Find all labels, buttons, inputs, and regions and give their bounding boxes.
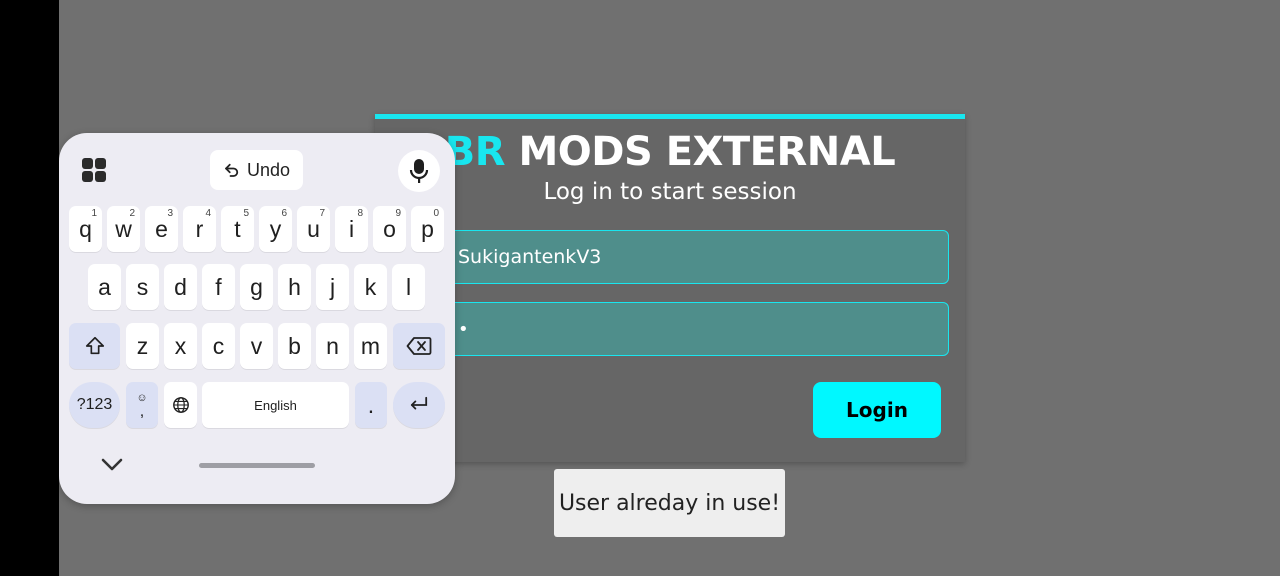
key-i-label: i (348, 215, 355, 242)
shift-icon (85, 336, 104, 355)
key-d-label: d (174, 273, 187, 300)
key-f-label: f (215, 273, 222, 300)
apps-grid-icon[interactable] (82, 158, 106, 182)
keyboard-drag-handle[interactable] (199, 463, 315, 468)
key-o-label: o (383, 215, 396, 242)
symbols-key[interactable]: ?123 (69, 382, 120, 428)
key-q-label: q (79, 215, 92, 242)
key-z-label: z (136, 332, 149, 359)
key-r[interactable]: r4 (183, 206, 216, 252)
key-u-hint: 7 (319, 208, 325, 219)
key-m-label: m (360, 332, 381, 359)
login-subtitle: Log in to start session (543, 179, 797, 205)
key-p[interactable]: p0 (411, 206, 444, 252)
key-t-hint: 5 (243, 208, 249, 219)
key-b-label: b (288, 332, 301, 359)
key-v-label: v (250, 332, 263, 359)
key-a-label: a (98, 273, 111, 300)
on-screen-keyboard: Undo ?123 ☺ , English . q 1 w 2 e 3 r 4 … (59, 133, 455, 504)
key-k[interactable]: k (354, 264, 387, 310)
key-b[interactable]: b (278, 323, 311, 369)
key-c-label: c (212, 332, 225, 359)
key-e-hint: 3 (167, 208, 173, 219)
key-w[interactable]: w2 (107, 206, 140, 252)
key-o-hint: 9 (395, 208, 401, 219)
microphone-icon[interactable] (398, 150, 440, 192)
key-l[interactable]: l (392, 264, 425, 310)
emoji-comma-key[interactable]: ☺ , (126, 382, 158, 428)
undo-label: Undo (246, 159, 291, 180)
app-title-rest: MODS EXTERNAL (518, 129, 896, 175)
undo-icon (225, 163, 239, 177)
key-y[interactable]: y6 (259, 206, 292, 252)
key-g[interactable]: g (240, 264, 273, 310)
key-n[interactable]: n (316, 323, 349, 369)
key-l-label: l (405, 273, 412, 300)
key-e[interactable]: e3 (145, 206, 178, 252)
key-p-label: p (421, 215, 434, 242)
key-i[interactable]: i8 (335, 206, 368, 252)
chevron-down-icon[interactable] (100, 455, 124, 475)
globe-icon (172, 397, 189, 413)
key-y-hint: 6 (281, 208, 287, 219)
backspace-icon (406, 337, 432, 355)
space-key[interactable]: English (202, 382, 349, 428)
toast-message: User alreday in use! (554, 469, 785, 537)
enter-key[interactable] (393, 382, 445, 428)
key-w-label: w (115, 215, 132, 242)
key-y-label: y (269, 215, 282, 242)
key-m[interactable]: m (354, 323, 387, 369)
key-u[interactable]: u7 (297, 206, 330, 252)
login-panel: BR MODS EXTERNAL Log in to start session… (375, 114, 965, 462)
password-value: • (458, 318, 469, 340)
comma-label: , (139, 403, 145, 420)
key-j-label: j (329, 273, 336, 300)
key-r-hint: 4 (205, 208, 211, 219)
key-t-label: t (234, 215, 241, 242)
key-f[interactable]: f (202, 264, 235, 310)
key-s[interactable]: s (126, 264, 159, 310)
key-r-label: r (195, 215, 204, 242)
login-button[interactable]: Login (813, 382, 941, 438)
key-n-label: n (326, 332, 339, 359)
key-h-label: h (288, 273, 301, 300)
language-key[interactable] (164, 382, 197, 428)
key-j[interactable]: j (316, 264, 349, 310)
shift-key[interactable] (69, 323, 120, 369)
key-v[interactable]: v (240, 323, 273, 369)
app-title: BR MODS EXTERNAL (375, 129, 965, 175)
enter-icon (410, 396, 428, 410)
key-d[interactable]: d (164, 264, 197, 310)
key-i-hint: 8 (357, 208, 363, 219)
key-p-hint: 0 (433, 208, 439, 219)
key-g-label: g (250, 273, 263, 300)
key-z[interactable]: z (126, 323, 159, 369)
left-black-bar (0, 0, 59, 576)
key-q-hint: 1 (91, 208, 97, 219)
username-field[interactable]: SukigantenkV3 (445, 230, 949, 284)
period-key[interactable]: . (355, 382, 387, 428)
key-s-label: s (136, 273, 149, 300)
key-e-label: e (155, 215, 168, 242)
username-value: SukigantenkV3 (458, 246, 602, 268)
key-w-hint: 2 (129, 208, 135, 219)
key-o[interactable]: o9 (373, 206, 406, 252)
key-h[interactable]: h (278, 264, 311, 310)
key-u-label: u (307, 215, 320, 242)
key-a[interactable]: a (88, 264, 121, 310)
key-k-label: k (364, 273, 377, 300)
backspace-key[interactable] (393, 323, 445, 369)
undo-button[interactable]: Undo (210, 150, 303, 190)
key-t[interactable]: t5 (221, 206, 254, 252)
password-field[interactable]: • (445, 302, 949, 356)
key-x[interactable]: x (164, 323, 197, 369)
key-q[interactable]: q1 (69, 206, 102, 252)
key-x-label: x (174, 332, 187, 359)
key-c[interactable]: c (202, 323, 235, 369)
